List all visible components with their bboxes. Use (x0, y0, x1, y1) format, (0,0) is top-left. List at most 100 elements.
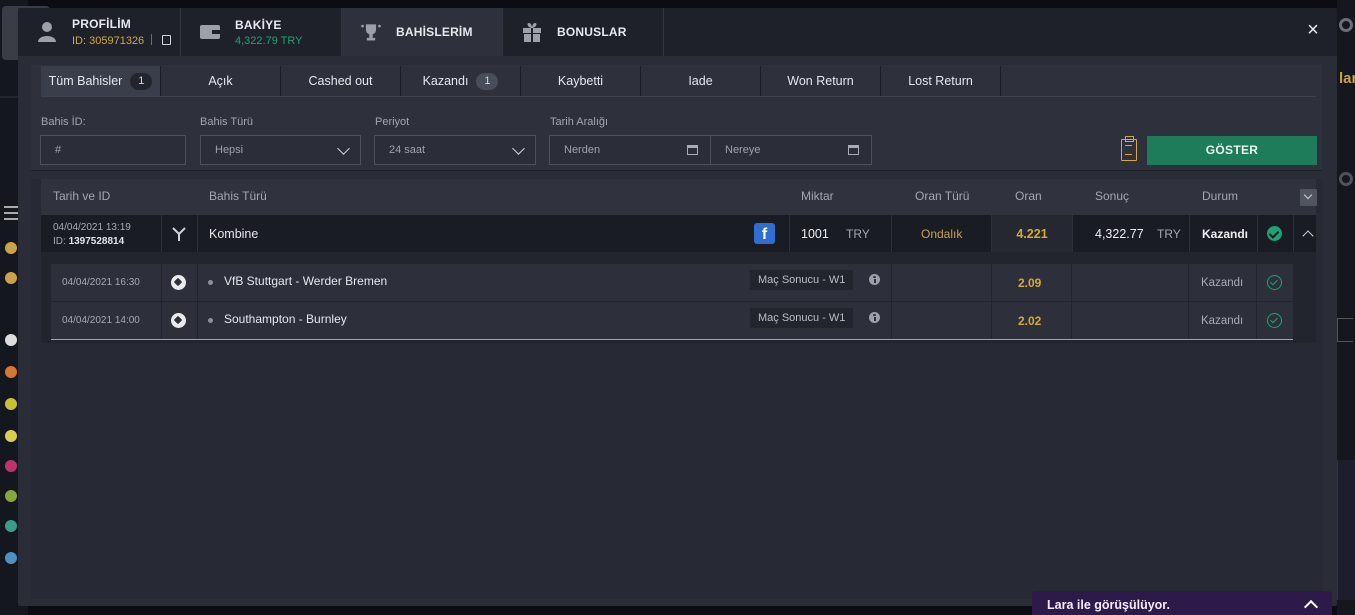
bet-row[interactable]: 04/04/2021 13:19 ID: 1397528814 Kombine … (41, 215, 1316, 252)
divider (1072, 215, 1073, 252)
bet-odds: 4.221 (992, 215, 1072, 252)
tab-my-bets[interactable]: BAHİSLERİM (342, 8, 503, 56)
live-chat-bar[interactable]: Lara ile görüşülüyor. (1032, 591, 1332, 615)
divider (991, 302, 992, 339)
trophy-icon (5, 272, 17, 284)
bet-date-id: 04/04/2021 13:19 ID: 1397528814 (53, 221, 131, 249)
tab-label: Açık (208, 74, 233, 88)
selection-odds: 2.09 (1018, 276, 1042, 290)
show-button[interactable]: GÖSTER (1147, 136, 1317, 165)
football-icon (171, 275, 186, 290)
bet-id: 1397528814 (68, 236, 125, 247)
tab-label: Tüm Bahisler (48, 74, 123, 88)
tab-label: Kaybetti (557, 74, 604, 88)
chevron-down-icon (512, 142, 525, 155)
calendar-icon (848, 145, 859, 155)
facebook-share-icon[interactable]: f (754, 223, 775, 244)
bets-table: Tarih ve ID Bahis Türü Miktar Oran Türü … (31, 179, 1322, 599)
bet-result: 4,322.77 (1095, 226, 1144, 241)
divider (891, 264, 892, 301)
selection-status: Kazandı (1201, 315, 1244, 327)
selection-status: Kazandı (1201, 277, 1244, 289)
background-panel (1337, 460, 1355, 600)
football-icon (171, 313, 186, 328)
divider (789, 215, 790, 252)
divider (1188, 264, 1189, 301)
tab-won[interactable]: Kazandı 1 (401, 66, 521, 96)
bet-id-line: ID: 1397528814 (53, 235, 131, 249)
background-right-edge: lar (1337, 0, 1355, 615)
count-badge: 1 (476, 72, 499, 90)
bet-selections: 04/04/2021 16:30 VfB Stuttgart - Werder … (41, 252, 1316, 343)
period-value: 24 saat (389, 144, 426, 156)
divider (1256, 264, 1257, 301)
table-header: Tarih ve ID Bahis Türü Miktar Oran Türü … (41, 179, 1317, 215)
tab-balance[interactable]: BAKİYE 4,322.79 TRY (181, 8, 342, 56)
selection-date: 04/04/2021 16:30 (62, 277, 140, 288)
user-id: ID: 305971326 (72, 34, 172, 47)
date-range-label: Tarih Aralığı (550, 116, 609, 128)
divider (1189, 215, 1190, 252)
date-from-input[interactable]: Nerden (549, 135, 711, 165)
tab-label: Iade (688, 74, 713, 88)
football-icon (5, 334, 17, 346)
bet-result-currency: TRY (1157, 226, 1181, 241)
tab-open[interactable]: Açık (161, 66, 281, 96)
info-icon[interactable] (869, 312, 880, 323)
tab-cashed-out[interactable]: Cashed out (281, 66, 401, 96)
divider (151, 34, 153, 45)
date-to-input[interactable]: Nereye (710, 135, 872, 165)
divider (1257, 215, 1258, 252)
bet-id-prefix: ID: (53, 236, 66, 247)
divider (1293, 215, 1294, 252)
divider (161, 264, 162, 301)
chevron-up-icon[interactable] (1303, 599, 1319, 615)
tab-all-bets[interactable]: Tüm Bahisler 1 (41, 66, 161, 96)
bet-type-select[interactable]: Hepsi (200, 135, 361, 165)
status-dot (208, 318, 213, 323)
divider (1071, 302, 1072, 339)
bet-currency: TRY (846, 226, 870, 241)
bet-status: Kazandı (1202, 226, 1249, 241)
tab-lost[interactable]: Kaybetti (521, 66, 641, 96)
collapse-all-button[interactable] (1300, 189, 1317, 206)
date-to-placeholder: Nereye (725, 144, 761, 156)
period-label: Periyot (375, 116, 410, 128)
market-badge: Maç Sonucu - W1 (750, 270, 854, 290)
close-icon[interactable]: × (1303, 20, 1323, 40)
divider (1071, 264, 1072, 301)
modal-header-tabs: PROFİLİM ID: 305971326 BAKİYE 4,322.79 T… (18, 8, 1337, 56)
bet-amount: 1001 (801, 226, 829, 241)
tab-bonuses-title: BONUSLAR (557, 25, 627, 39)
tab-bonuses[interactable]: BONUSLAR (503, 8, 664, 56)
bet-date: 04/04/2021 13:19 (53, 222, 131, 233)
bet-id-input[interactable]: # (40, 135, 186, 165)
col-amount: Miktar (801, 189, 834, 203)
info-icon[interactable] (869, 274, 880, 285)
tab-my-bets-title: BAHİSLERİM (396, 25, 473, 39)
divider (197, 264, 198, 301)
won-check-icon (1267, 313, 1282, 328)
clipboard-icon[interactable] (1121, 136, 1137, 161)
gear-icon (1339, 172, 1353, 186)
match-name: VfB Stuttgart - Werder Bremen (224, 274, 388, 288)
user-id-text: ID: 305971326 (72, 35, 145, 47)
divider (197, 215, 198, 252)
tennis-icon (5, 398, 17, 410)
tab-won-return[interactable]: Won Return (761, 66, 881, 96)
basketball-icon (5, 366, 17, 378)
selection-date: 04/04/2021 14:00 (62, 315, 140, 326)
copy-icon[interactable] (162, 35, 172, 45)
tab-lost-return[interactable]: Lost Return (881, 66, 1001, 96)
divider (991, 264, 992, 301)
chevron-up-icon[interactable] (1302, 230, 1314, 242)
sport-icon (5, 460, 17, 472)
combo-icon (172, 227, 186, 241)
won-check-icon (1267, 275, 1282, 290)
divider (891, 302, 892, 339)
tab-refund[interactable]: Iade (641, 66, 761, 96)
period-select[interactable]: 24 saat (374, 135, 536, 165)
divider (161, 302, 162, 339)
tab-profile[interactable]: PROFİLİM ID: 305971326 (18, 8, 181, 56)
match-name: Southampton - Burnley (224, 312, 347, 326)
